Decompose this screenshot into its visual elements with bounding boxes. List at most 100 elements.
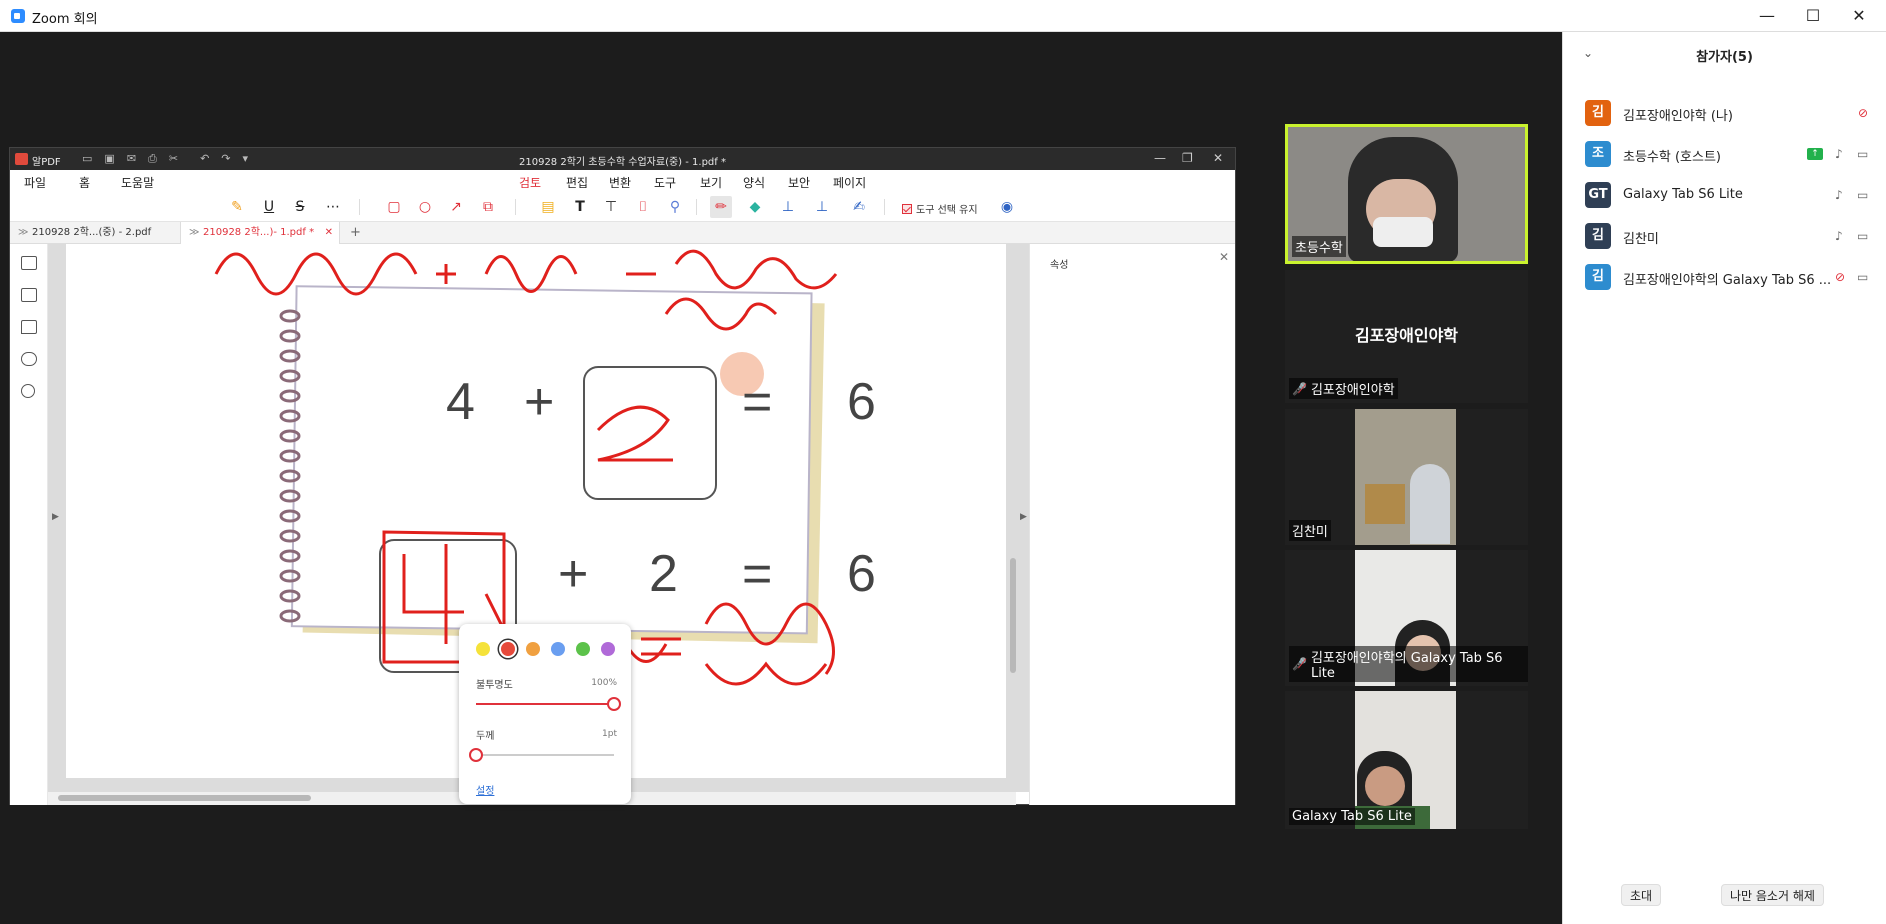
color-swatch-green[interactable]	[576, 642, 590, 656]
participant-name: 김포장애인야학 (나)	[1623, 109, 1733, 124]
unmute-self-button[interactable]: 나만 음소거 해제	[1721, 884, 1824, 906]
circle-icon[interactable]: ○	[414, 196, 436, 218]
mic-muted-icon[interactable]: ⊘	[1835, 270, 1845, 284]
thickness-value: 1pt	[602, 729, 617, 739]
thickness-slider[interactable]	[469, 748, 614, 762]
keep-tool-checkbox[interactable]: 도구 선택 유지	[902, 201, 978, 216]
color-swatch-yellow[interactable]	[476, 642, 490, 656]
close-properties-icon[interactable]: ✕	[1219, 250, 1229, 264]
arrow-icon[interactable]: ↗	[445, 196, 467, 218]
eraser-icon[interactable]: ◆	[744, 196, 766, 218]
menu-convert[interactable]: 변환	[609, 174, 631, 191]
attachment-icon[interactable]	[21, 352, 37, 366]
new-tab-icon[interactable]: +	[350, 225, 361, 240]
participant-name: Galaxy Tab S6 Lite	[1623, 187, 1743, 202]
signature-icon[interactable]: ✍	[848, 196, 870, 218]
menu-view[interactable]: 보기	[700, 174, 722, 191]
video-tile-participant[interactable]: 🎤̸ 김포장애인야학의 Galaxy Tab S6 Lite	[1285, 550, 1528, 686]
participants-title: 참가자(5)	[1696, 50, 1753, 65]
rectangle-icon[interactable]: ▢	[383, 196, 405, 218]
minimize-button[interactable]: —	[1752, 4, 1782, 28]
mic-muted-icon[interactable]: ⊘	[1858, 106, 1868, 120]
stamp-icon[interactable]: ⊥	[777, 196, 799, 218]
highlighter-icon[interactable]: ✎	[226, 196, 248, 218]
menu-home[interactable]: 홈	[79, 174, 90, 191]
pdf-restore-button[interactable]: ❐	[1182, 151, 1193, 165]
opacity-slider[interactable]	[476, 697, 621, 711]
chevron-icon: ≫	[18, 227, 29, 238]
search-icon[interactable]	[21, 384, 35, 398]
tab-document-2[interactable]: ≫ 210928 2학...(중) - 2.pdf	[10, 222, 180, 244]
menu-forms[interactable]: 양식	[743, 174, 765, 191]
participant-row[interactable]: 조 초등수학 (호스트) ↑ ♪ ▭	[1585, 137, 1875, 171]
textbox-icon[interactable]: ⊤	[600, 196, 622, 218]
pdf-close-button[interactable]: ✕	[1213, 151, 1223, 165]
callout-icon[interactable]: ⌷	[632, 196, 654, 218]
close-tab-icon[interactable]: ✕	[325, 222, 333, 244]
opacity-slider-handle[interactable]	[607, 697, 621, 711]
menu-tools[interactable]: 도구	[654, 174, 676, 191]
bookmark-icon[interactable]	[21, 288, 37, 302]
menu-file[interactable]: 파일	[24, 174, 46, 191]
opacity-label: 불투명도	[476, 680, 513, 691]
keep-tool-label: 도구 선택 유지	[916, 205, 978, 216]
maximize-button[interactable]: ☐	[1798, 4, 1828, 28]
strikethrough-icon[interactable]: S	[289, 196, 311, 218]
mic-icon[interactable]: ♪	[1835, 188, 1843, 202]
participant-row[interactable]: 김 김포장애인야학 (나) ⊘	[1585, 96, 1875, 130]
horizontal-scrollbar[interactable]	[58, 795, 311, 801]
stamp-dropdown-icon[interactable]: ⊥	[811, 196, 833, 218]
eye-icon[interactable]: ◉	[996, 196, 1018, 218]
underline-icon[interactable]: U	[258, 196, 280, 218]
participant-name: 김포장애인야학의 Galaxy Tab S6 ...	[1623, 273, 1832, 288]
settings-link[interactable]: 설정	[476, 782, 494, 797]
color-swatch-orange[interactable]	[526, 642, 540, 656]
participant-name-label: 🎤̸ 김포장애인야학의 Galaxy Tab S6 Lite	[1289, 646, 1528, 682]
attach-icon[interactable]: ⚲	[664, 196, 686, 218]
video-camera-icon[interactable]: ▭	[1857, 270, 1868, 284]
video-tile-host[interactable]: 초등수학	[1285, 124, 1528, 264]
comment-icon[interactable]	[21, 320, 37, 334]
video-tile-self[interactable]: 김포장애인야학 🎤̸ 김포장애인야학	[1285, 270, 1528, 403]
shape-dropdown-icon[interactable]: ⧉	[477, 196, 499, 218]
participant-name: 김찬미	[1623, 232, 1659, 247]
pdf-titlebar: 알PDF ▭ ▣ ✉ ⎙ ✂ ↶ ↷ ▾ 210928 2학기 초등수학 수업자…	[10, 148, 1235, 170]
color-swatch-blue[interactable]	[551, 642, 565, 656]
menu-help[interactable]: 도움말	[121, 174, 154, 191]
mic-icon[interactable]: ♪	[1835, 147, 1843, 161]
menu-review[interactable]: 검토	[519, 174, 542, 194]
close-button[interactable]: ✕	[1844, 4, 1874, 28]
pdf-minimize-button[interactable]: —	[1154, 151, 1166, 165]
right-panel-toggle-icon[interactable]: ▶	[1020, 512, 1027, 522]
avatar: 조	[1585, 141, 1611, 167]
video-tile-participant[interactable]: 김찬미	[1285, 409, 1528, 545]
pen-tool-icon[interactable]: ✏	[710, 196, 732, 218]
thumbnail-icon[interactable]	[21, 256, 37, 270]
tab-document-1[interactable]: ≫ 210928 2학...)- 1.pdf * ✕	[180, 222, 340, 244]
participant-name: 초등수학 (호스트)	[1623, 150, 1721, 165]
menu-page[interactable]: 페이지	[833, 174, 866, 191]
menu-edit[interactable]: 편집	[566, 174, 588, 191]
video-tile-participant[interactable]: Galaxy Tab S6 Lite	[1285, 691, 1528, 829]
invite-button[interactable]: 초대	[1621, 884, 1662, 906]
participant-row[interactable]: 김 김찬미 ♪ ▭	[1585, 219, 1875, 253]
video-camera-icon[interactable]: ▭	[1857, 188, 1868, 202]
text-icon[interactable]: T	[569, 196, 591, 218]
menu-security[interactable]: 보안	[788, 174, 810, 191]
video-camera-icon[interactable]: ▭	[1857, 147, 1868, 161]
vertical-scrollbar[interactable]	[1010, 558, 1016, 673]
participant-row[interactable]: 김 김포장애인야학의 Galaxy Tab S6 ... ⊘ ▭	[1585, 260, 1875, 294]
color-swatch-purple[interactable]	[601, 642, 615, 656]
mic-icon[interactable]: ♪	[1835, 229, 1843, 243]
color-swatch-red[interactable]	[501, 642, 515, 656]
participant-name-label: 🎤̸ 김포장애인야학	[1289, 378, 1398, 399]
participant-row[interactable]: GT Galaxy Tab S6 Lite ♪ ▭	[1585, 178, 1875, 212]
pdf-toolbar: ✎ U S ⋯ ▢ ○ ↗ ⧉ ▤ T ⊤ ⌷ ⚲ ✏ ◆ ⊥ ⊥ ✍ 도구 선…	[10, 192, 1235, 222]
video-camera-icon[interactable]: ▭	[1857, 229, 1868, 243]
document-title: 210928 2학기 초등수학 수업자료(중) - 1.pdf *	[519, 157, 726, 168]
equation-1-result: 6	[847, 373, 876, 431]
note-icon[interactable]: ▤	[537, 196, 559, 218]
more-icon[interactable]: ⋯	[322, 196, 344, 218]
thickness-slider-handle[interactable]	[469, 748, 483, 762]
left-panel-toggle-icon[interactable]: ▶	[52, 512, 59, 522]
